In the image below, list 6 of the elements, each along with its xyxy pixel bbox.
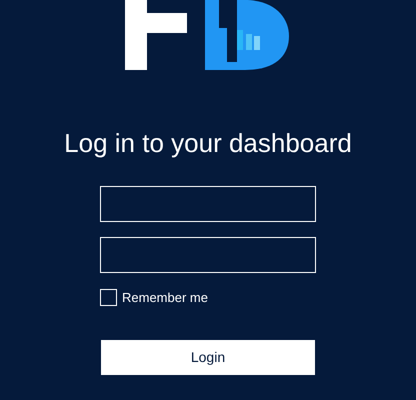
checkbox-label: Remember me	[122, 289, 208, 307]
input-field[interactable]	[100, 237, 316, 273]
page-title: Log in to your dashboard	[64, 128, 352, 158]
login-button[interactable]: Login	[101, 340, 315, 374]
input-field[interactable]	[100, 186, 316, 222]
checkbox[interactable]	[100, 289, 117, 306]
